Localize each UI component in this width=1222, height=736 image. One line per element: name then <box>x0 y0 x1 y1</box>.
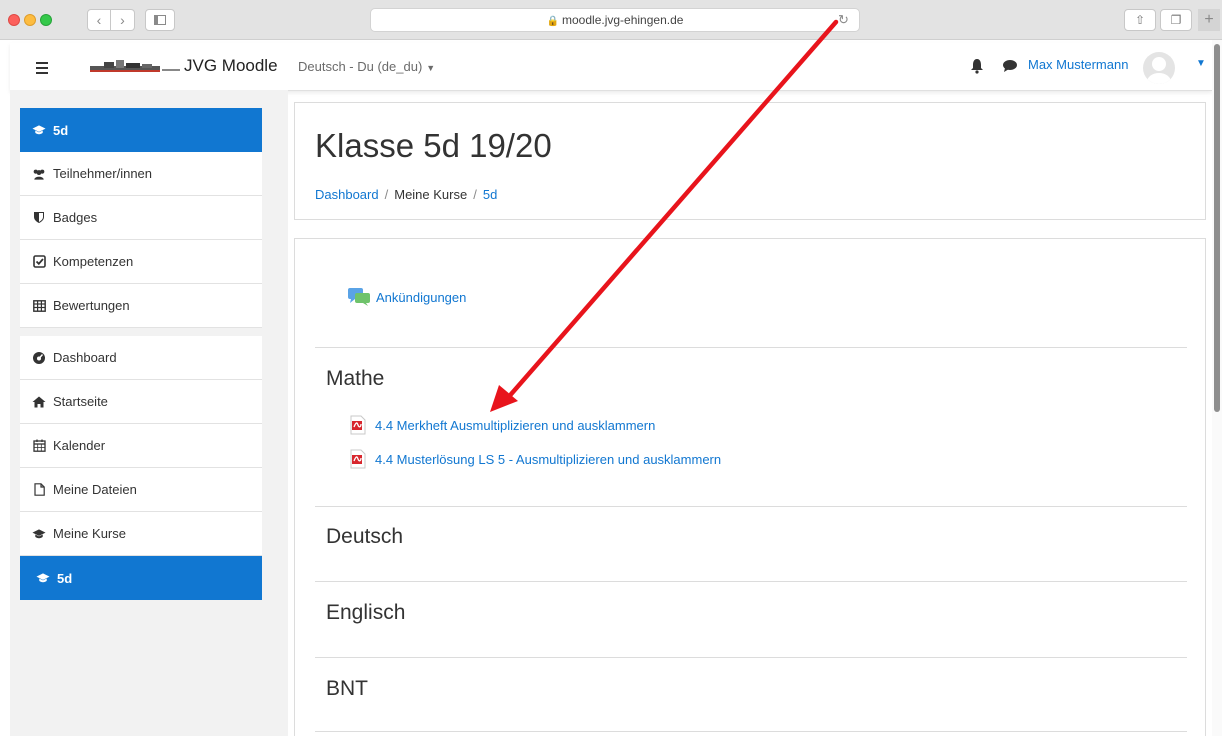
course-nav-list: 5d Teilnehmer/innen Badges Kompetenzen B… <box>20 108 262 328</box>
breadcrumb-course[interactable]: 5d <box>483 187 497 202</box>
nav-item-competencies[interactable]: Kompetenzen <box>20 240 262 284</box>
page-title: Klasse 5d 19/20 <box>315 127 552 164</box>
user-avatar-icon <box>1147 57 1171 84</box>
minimize-window-button[interactable] <box>24 14 36 26</box>
breadcrumb-dashboard[interactable]: Dashboard <box>315 187 379 202</box>
nav-item-label: Teilnehmer/innen <box>53 166 153 181</box>
chevron-left-icon: ‹ <box>96 12 102 28</box>
language-label: Deutsch - Du (de_du) <box>298 59 423 74</box>
zoom-window-button[interactable] <box>40 14 52 26</box>
language-menu[interactable]: Deutsch - Du (de_du) ▼ <box>298 59 435 74</box>
activity-musterloesung[interactable]: 4.4 Musterlösung LS 5 - Ausmultipliziere… <box>349 449 721 469</box>
share-icon: ⇧ <box>1134 13 1146 27</box>
close-window-button[interactable] <box>8 14 20 26</box>
nav-item-grades[interactable]: Bewertungen <box>20 284 262 328</box>
nav-item-dashboard[interactable]: Dashboard <box>20 336 262 380</box>
nav-item-label: Meine Dateien <box>53 482 137 497</box>
course-content: Ankündigungen Mathe 4.4 Merkheft Ausmult… <box>294 238 1206 736</box>
nav-item-label: Meine Kurse <box>53 526 126 541</box>
school-logo <box>90 60 180 72</box>
breadcrumb: Dashboard / Meine Kurse / 5d <box>315 187 497 202</box>
reload-icon[interactable]: ↻ <box>838 8 849 32</box>
page-header: Klasse 5d 19/20 Dashboard / Meine Kurse / 5d <box>294 102 1206 220</box>
back-button[interactable]: ‹ <box>87 9 111 31</box>
shield-icon <box>32 211 46 225</box>
avatar[interactable] <box>1143 52 1175 84</box>
activity-label: 4.4 Musterlösung LS 5 - Ausmultipliziere… <box>375 451 722 467</box>
user-menu-name[interactable]: Max Mustermann <box>1028 57 1128 72</box>
tabs-overview-button[interactable]: ❐ <box>1160 9 1192 31</box>
forward-button[interactable]: › <box>111 9 135 31</box>
nav-item-label: Kalender <box>53 438 106 453</box>
tabs-icon: ❐ <box>1170 13 1182 27</box>
moodle-navbar: JVG Moodle Deutsch - Du (de_du) ▼ Max Mus… <box>10 43 1212 91</box>
url-text: moodle.jvg-ehingen.de <box>562 13 684 27</box>
nav-item-label: Startseite <box>53 394 108 409</box>
section-divider <box>315 657 1187 658</box>
announcements-label: Ankündigungen <box>376 289 467 305</box>
home-icon <box>32 395 46 409</box>
sidebar-icon <box>154 15 166 25</box>
nav-item-label: Bewertungen <box>53 298 130 313</box>
graduation-cap-icon <box>32 527 46 541</box>
browser-toolbar: ‹ › 🔒 moodle.jvg-ehingen.de ↻ ⇧ ❐ + <box>0 0 1222 40</box>
pdf-icon <box>350 415 366 435</box>
dashboard-icon <box>32 351 46 365</box>
chevron-right-icon: › <box>120 12 125 28</box>
calendar-icon <box>32 439 46 453</box>
nav-item-badges[interactable]: Badges <box>20 196 262 240</box>
nav-item-label: 5d <box>57 570 73 586</box>
user-menu-caret-icon[interactable]: ▼ <box>1196 58 1206 69</box>
breadcrumb-separator: / <box>473 187 477 202</box>
drawer-toggle-button[interactable] <box>26 56 60 78</box>
users-icon <box>32 167 46 181</box>
section-divider <box>315 347 1187 348</box>
messages-icon[interactable] <box>1002 59 1018 73</box>
new-tab-button[interactable]: + <box>1198 9 1220 31</box>
nav-item-label: Dashboard <box>53 350 117 365</box>
nav-item-home[interactable]: Startseite <box>20 380 262 424</box>
nav-item-label: Kompetenzen <box>53 254 134 269</box>
section-title-deutsch: Deutsch <box>326 525 404 548</box>
section-divider <box>315 731 1187 732</box>
check-square-icon <box>32 255 46 269</box>
caret-down-icon: ▼ <box>426 63 436 73</box>
activity-merkheft[interactable]: 4.4 Merkheft Ausmultiplizieren und auskl… <box>349 415 655 435</box>
history-nav: ‹ › <box>87 9 135 31</box>
section-divider <box>315 581 1187 582</box>
sidebar-toggle-button[interactable] <box>145 9 175 31</box>
graduation-cap-icon <box>32 123 46 137</box>
announcements-link[interactable]: Ankündigungen <box>347 287 466 307</box>
nav-item-my-files[interactable]: Meine Dateien <box>20 468 262 512</box>
nav-item-participants[interactable]: Teilnehmer/innen <box>20 152 262 196</box>
nav-item-course-5d[interactable]: 5d <box>20 108 262 152</box>
section-title-mathe: Mathe <box>326 367 385 390</box>
nav-item-my-course-5d[interactable]: 5d <box>20 556 262 600</box>
address-bar[interactable]: 🔒 moodle.jvg-ehingen.de <box>370 8 860 32</box>
nav-item-label: 5d <box>53 122 69 138</box>
breadcrumb-separator: / <box>384 187 389 202</box>
nav-item-calendar[interactable]: Kalender <box>20 424 262 468</box>
site-name-link[interactable]: JVG Moodle <box>184 56 278 76</box>
lock-icon: 🔒 <box>546 16 560 27</box>
section-title-bnt: BNT <box>326 677 368 700</box>
table-icon <box>32 299 46 313</box>
section-divider <box>315 506 1187 507</box>
nav-item-label: Badges <box>53 210 98 225</box>
scrollbar-thumb[interactable] <box>1214 44 1220 412</box>
pdf-icon <box>350 449 366 469</box>
plus-icon: + <box>1204 11 1214 28</box>
forum-icon <box>348 288 370 306</box>
nav-item-my-courses[interactable]: Meine Kurse <box>20 512 262 556</box>
activity-label: 4.4 Merkheft Ausmultiplizieren und auskl… <box>375 417 656 433</box>
notification-bell-icon[interactable] <box>970 58 984 74</box>
breadcrumb-my-courses: Meine Kurse <box>394 187 468 202</box>
file-icon <box>32 483 46 497</box>
site-nav-list: Dashboard Startseite Kalender Meine Date… <box>20 336 262 600</box>
share-button[interactable]: ⇧ <box>1124 9 1156 31</box>
graduation-cap-icon <box>36 571 50 585</box>
section-title-englisch: Englisch <box>326 601 406 624</box>
